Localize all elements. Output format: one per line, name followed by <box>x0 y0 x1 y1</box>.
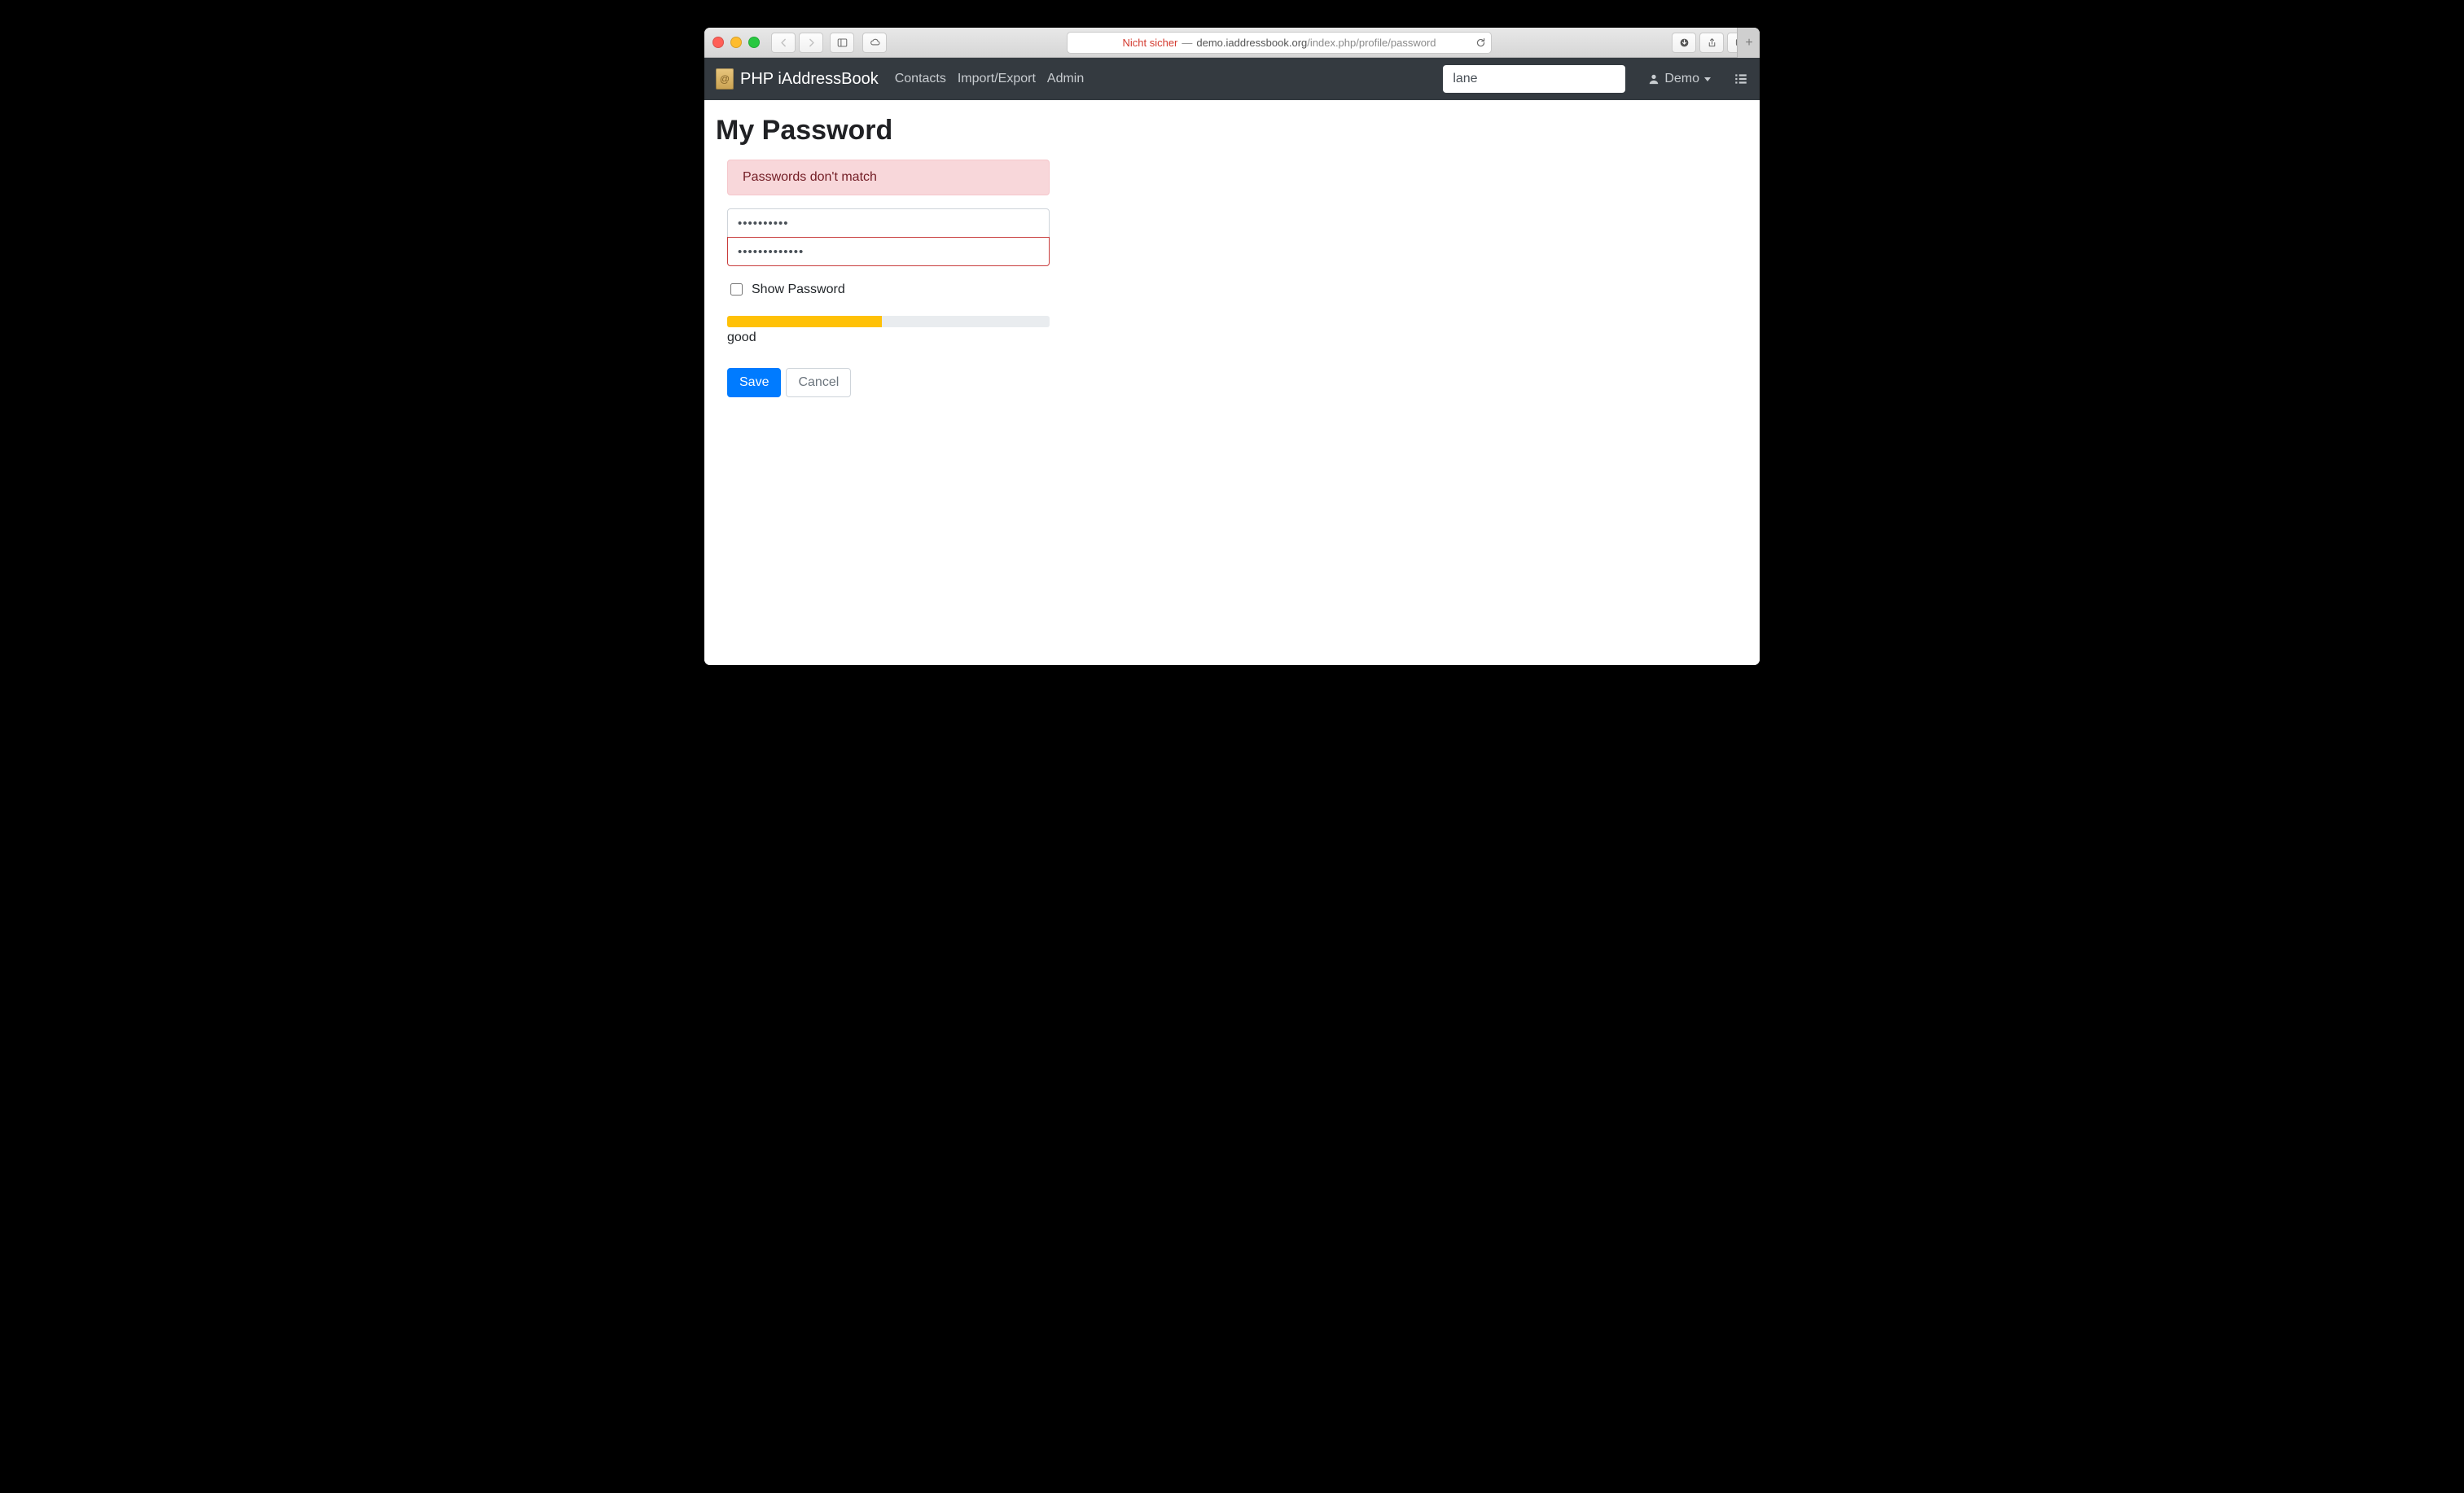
icloud-tabs-button[interactable] <box>862 33 887 53</box>
user-label: Demo <box>1664 72 1699 86</box>
page-body: My Password Passwords don't match Show P… <box>704 100 1760 665</box>
close-window-button[interactable] <box>712 37 724 48</box>
nav-import-export[interactable]: Import/Export <box>958 72 1036 86</box>
browser-window: Nicht sicher — demo.iaddressbook.org/ind… <box>704 28 1760 665</box>
search-input[interactable] <box>1443 65 1625 93</box>
forward-button[interactable] <box>799 33 823 53</box>
brand[interactable]: PHP iAddressBook <box>716 68 879 90</box>
brand-icon <box>716 68 734 90</box>
share-button[interactable] <box>1699 33 1724 53</box>
brand-label: PHP iAddressBook <box>740 70 879 89</box>
user-menu[interactable]: Demo <box>1648 72 1711 86</box>
strength-label: good <box>727 331 1050 345</box>
show-password-checkbox[interactable] <box>730 283 743 296</box>
new-tab-button[interactable]: + <box>1737 28 1760 58</box>
nav-buttons <box>771 33 823 53</box>
addressbar-container: Nicht sicher — demo.iaddressbook.org/ind… <box>893 32 1665 54</box>
maximize-window-button[interactable] <box>748 37 760 48</box>
show-password-row[interactable]: Show Password <box>727 281 1050 298</box>
show-password-label: Show Password <box>752 282 845 297</box>
addressbar-separator: — <box>1182 37 1192 49</box>
addressbar[interactable]: Nicht sicher — demo.iaddressbook.org/ind… <box>1067 32 1492 54</box>
list-view-button[interactable] <box>1734 72 1748 86</box>
titlebar: Nicht sicher — demo.iaddressbook.org/ind… <box>704 28 1760 58</box>
password-confirm-input[interactable] <box>727 237 1050 266</box>
page-title: My Password <box>716 115 1748 147</box>
minimize-window-button[interactable] <box>730 37 742 48</box>
button-row: Save Cancel <box>727 368 1050 397</box>
window-controls <box>712 37 760 48</box>
nav-admin[interactable]: Admin <box>1047 72 1084 86</box>
user-icon <box>1648 73 1659 85</box>
downloads-button[interactable] <box>1672 33 1696 53</box>
cancel-button[interactable]: Cancel <box>786 368 851 397</box>
insecure-label: Nicht sicher <box>1122 37 1177 49</box>
alert-error: Passwords don't match <box>727 160 1050 195</box>
password-form: Passwords don't match Show Password good… <box>727 160 1050 397</box>
app-navbar: PHP iAddressBook Contacts Import/Export … <box>704 58 1760 100</box>
back-button[interactable] <box>771 33 796 53</box>
reload-icon[interactable] <box>1475 37 1486 48</box>
strength-fill <box>727 316 882 327</box>
save-button[interactable]: Save <box>727 368 781 397</box>
sidebar-toggle-button[interactable] <box>830 33 854 53</box>
addressbar-url: demo.iaddressbook.org/index.php/profile/… <box>1196 37 1436 49</box>
strength-bar <box>727 316 1050 327</box>
password-input[interactable] <box>727 208 1050 238</box>
caret-down-icon <box>1704 77 1711 81</box>
nav-links: Contacts Import/Export Admin <box>895 72 1085 86</box>
nav-contacts[interactable]: Contacts <box>895 72 946 86</box>
